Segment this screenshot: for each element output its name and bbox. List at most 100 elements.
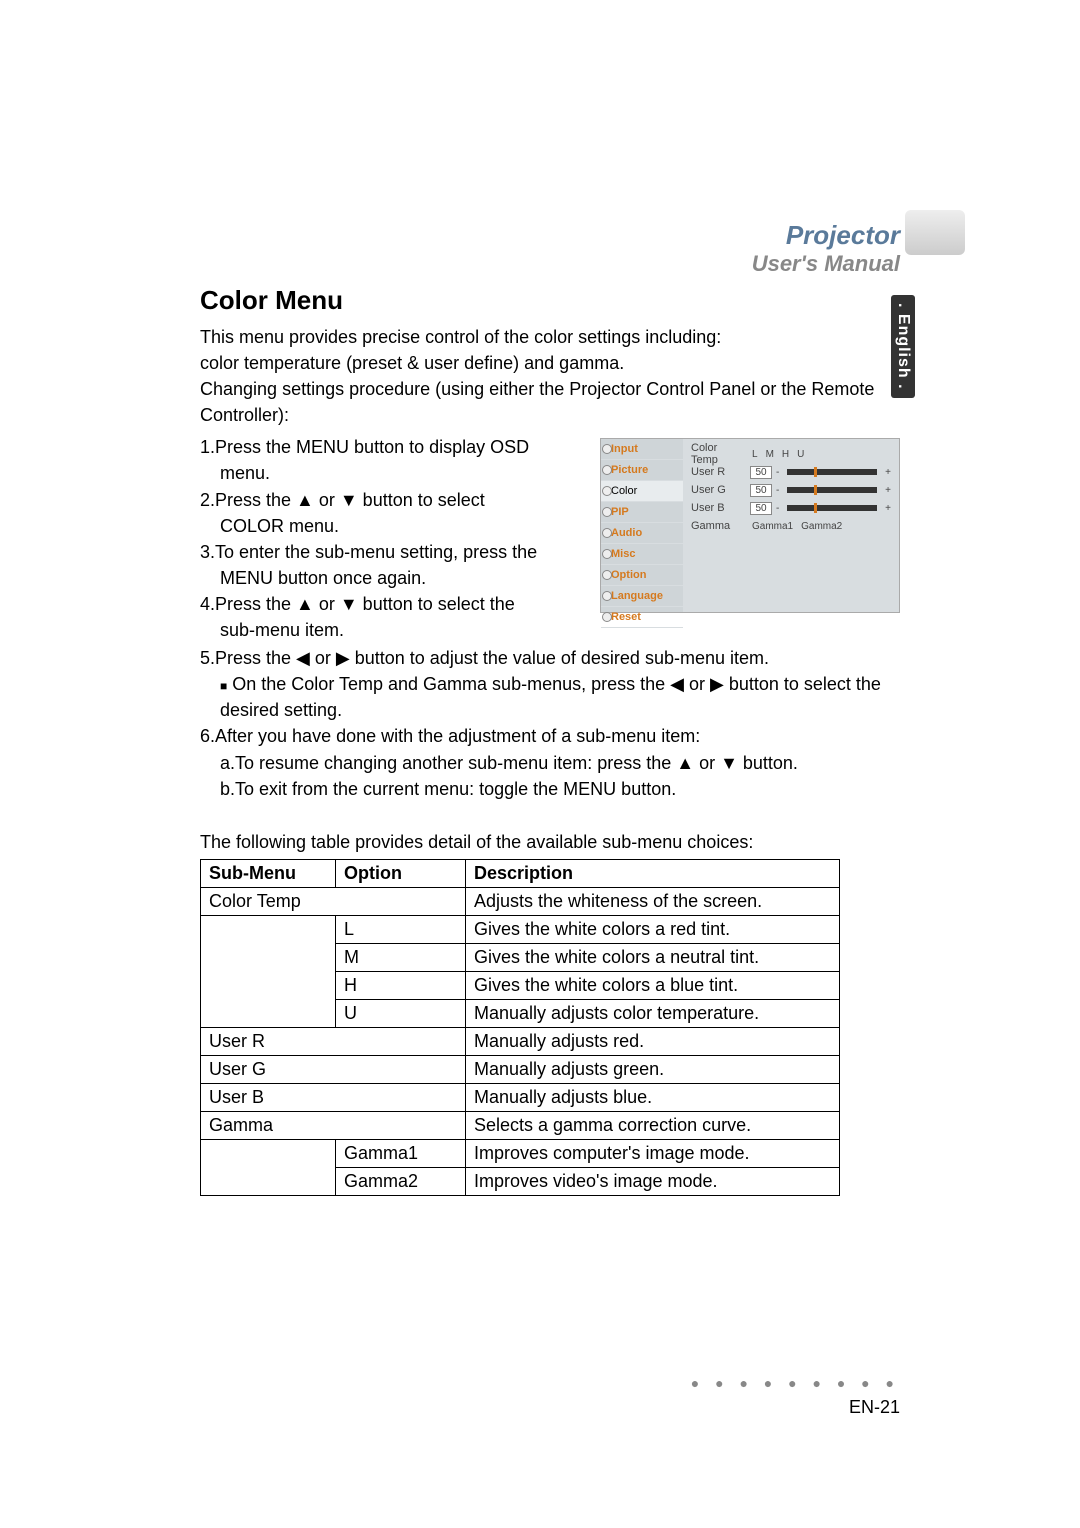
step: 4.Press the ▲ or ▼ button to select the [200,591,570,617]
table-row: User G Manually adjusts green. [201,1055,840,1083]
section-heading: Color Menu [200,285,900,316]
cell [201,999,336,1027]
cell: Manually adjusts blue. [466,1083,840,1111]
cell: Gamma2 [336,1167,466,1195]
osd-label: User B [691,502,746,514]
dots-decoration: ● ● ● ● ● ● ● ● ● [691,1375,900,1391]
osd-label: User G [691,484,746,496]
cell [201,915,336,943]
osd-nav-item: PIP [601,502,683,523]
th-option: Option [336,859,466,887]
cell: Gamma [201,1111,466,1139]
intro-line: color temperature (preset & user define)… [200,350,900,376]
cell [201,1139,336,1167]
cell [201,1167,336,1195]
osd-nav-item: Input [601,439,683,460]
table-header-row: Sub-Menu Option Description [201,859,840,887]
cell: Manually adjusts color temperature. [466,999,840,1027]
table-row: Gamma Selects a gamma correction curve. [201,1111,840,1139]
cell: Gives the white colors a neutral tint. [466,943,840,971]
slider-icon [787,487,877,493]
osd-value: 50 [750,484,772,497]
page-footer: ● ● ● ● ● ● ● ● ● EN-21 [691,1375,900,1418]
osd-label: User R [691,466,746,478]
osd-options: Gamma1 Gamma2 [750,521,844,532]
cell: Gives the white colors a blue tint. [466,971,840,999]
step: 1.Press the MENU button to display OSD [200,434,570,460]
step: 2.Press the ▲ or ▼ button to select [200,487,570,513]
osd-nav-item: Picture [601,460,683,481]
osd-label: Gamma [691,520,746,532]
cell: Gamma1 [336,1139,466,1167]
step-cont: COLOR menu. [200,513,570,539]
cell: Manually adjusts green. [466,1055,840,1083]
osd-value: 50 [750,466,772,479]
table-row: H Gives the white colors a blue tint. [201,971,840,999]
osd-nav-item: Language [601,586,683,607]
steps-narrow: 1.Press the MENU button to display OSD m… [200,434,570,643]
table-row: User B Manually adjusts blue. [201,1083,840,1111]
cell: M [336,943,466,971]
intro-text: This menu provides precise control of th… [200,324,900,428]
cell: User B [201,1083,466,1111]
cell: User R [201,1027,466,1055]
osd-row: User B 50 -+ [691,499,891,517]
bullet-icon: ■ [220,679,227,693]
th-description: Description [466,859,840,887]
table-intro: The following table provides detail of t… [200,832,900,853]
table-row: M Gives the white colors a neutral tint. [201,943,840,971]
intro-line: This menu provides precise control of th… [200,324,900,350]
cell: L [336,915,466,943]
step-cont: sub-menu item. [200,617,570,643]
table-row: L Gives the white colors a red tint. [201,915,840,943]
cell [201,943,336,971]
osd-nav-item: Option [601,565,683,586]
cell: H [336,971,466,999]
cell: Improves video's image mode. [466,1167,840,1195]
slider-icon [787,469,877,475]
cell: Color Temp [201,887,466,915]
osd-nav-item: Reset [601,607,683,628]
cell: Manually adjusts red. [466,1027,840,1055]
osd-screenshot: Input Picture Color PIP Audio Misc Optio… [600,438,900,613]
cell: Improves computer's image mode. [466,1139,840,1167]
cell: Selects a gamma correction curve. [466,1111,840,1139]
osd-row: Color Temp L M H U [691,445,891,463]
step: 5.Press the ◀ or ▶ button to adjust the … [200,645,900,671]
options-table: Sub-Menu Option Description Color Temp A… [200,859,840,1196]
page-number: EN-21 [691,1397,900,1418]
intro-line: Changing settings procedure (using eithe… [200,376,900,428]
osd-row: Gamma Gamma1 Gamma2 [691,517,891,535]
th-submenu: Sub-Menu [201,859,336,887]
table-row: Gamma1 Improves computer's image mode. [201,1139,840,1167]
manual-label: User's Manual [752,251,900,277]
osd-value: 50 [750,502,772,515]
osd-options: L M H U [750,449,806,460]
table-row: User R Manually adjusts red. [201,1027,840,1055]
table-row: Color Temp Adjusts the whiteness of the … [201,887,840,915]
step-cont: MENU button once again. [200,565,570,591]
cell: User G [201,1055,466,1083]
osd-body: Color Temp L M H U User R 50 -+ User G 5… [683,439,899,612]
projector-icon [905,210,965,255]
cell [201,971,336,999]
step-sub: b.To exit from the current menu: toggle … [200,776,900,802]
step: 3.To enter the sub-menu setting, press t… [200,539,570,565]
osd-nav-item: Color [601,481,683,502]
osd-row: User G 50 -+ [691,481,891,499]
step-sub: a.To resume changing another sub-menu it… [200,750,900,776]
step-cont: menu. [200,460,570,486]
cell: Adjusts the whiteness of the screen. [466,887,840,915]
osd-nav-item: Misc [601,544,683,565]
table-row: U Manually adjusts color temperature. [201,999,840,1027]
osd-row: User R 50 -+ [691,463,891,481]
osd-nav-item: Audio [601,523,683,544]
table-row: Gamma2 Improves video's image mode. [201,1167,840,1195]
cell: Gives the white colors a red tint. [466,915,840,943]
cell: U [336,999,466,1027]
osd-nav: Input Picture Color PIP Audio Misc Optio… [601,439,683,612]
steps-wide: 5.Press the ◀ or ▶ button to adjust the … [200,643,900,802]
step-note: ■ On the Color Temp and Gamma sub-menus,… [200,671,900,723]
header-block: Projector User's Manual [752,220,900,277]
osd-label: Color Temp [691,442,746,466]
